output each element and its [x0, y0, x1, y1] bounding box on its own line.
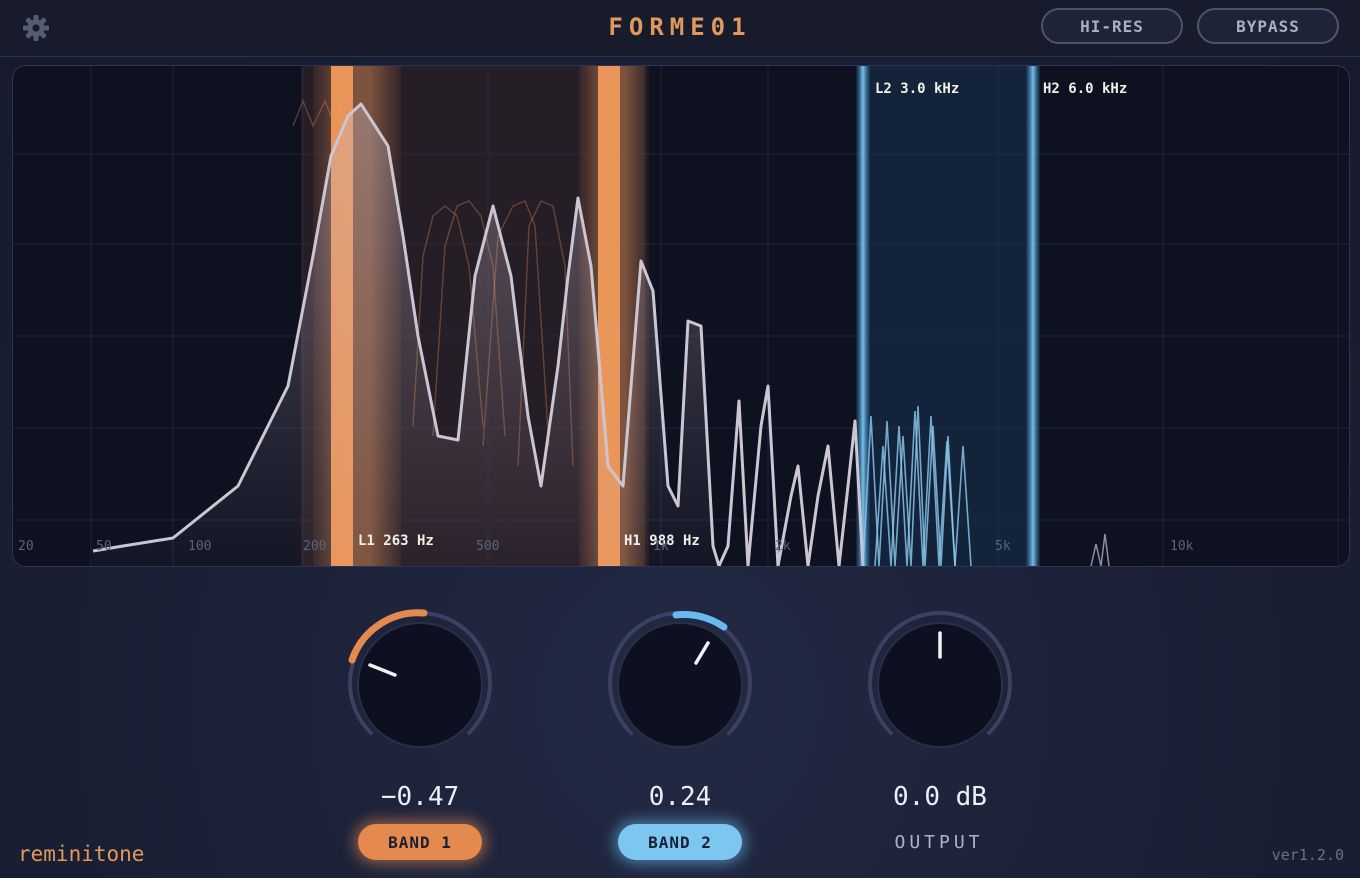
version-label: ver1.2.0: [1271, 846, 1344, 864]
band2-low-label: L2 3.0 kHz: [875, 81, 960, 97]
freq-tick-50: 50: [96, 539, 112, 554]
band2-high-marker: [1026, 66, 1040, 566]
output-label: OUTPUT: [894, 832, 984, 853]
output-knob[interactable]: [860, 605, 1020, 765]
band1-button[interactable]: BAND 1: [358, 824, 482, 860]
output-value: 0.0 dB: [893, 782, 987, 812]
freq-tick-10k: 10k: [1170, 539, 1194, 554]
header-bar: FORME01 HI-RES BYPASS: [0, 0, 1360, 57]
freq-tick-5k: 5k: [995, 539, 1011, 554]
brand-logo: reminitone: [18, 842, 145, 866]
band1-value: −0.47: [380, 782, 460, 812]
band2-knob[interactable]: [600, 605, 760, 765]
freq-tick-20: 20: [18, 539, 34, 554]
plugin-window: FORME01 HI-RES BYPASS L2 3.0 kHz H2 6.0 …: [0, 0, 1360, 878]
band1-low-label: L1 263 Hz: [358, 533, 434, 549]
band2-high-label: H2 6.0 kHz: [1043, 81, 1128, 97]
spectrum-graph: [13, 66, 1349, 566]
band2-value: 0.24: [648, 782, 712, 812]
freq-tick-500: 500: [476, 539, 500, 554]
freq-tick-200: 200: [303, 539, 327, 554]
freq-tick-2k: 2k: [775, 539, 791, 554]
freq-tick-100: 100: [188, 539, 212, 554]
band1-knob[interactable]: [340, 605, 500, 765]
band2-button[interactable]: BAND 2: [618, 824, 742, 860]
spectrum-analyzer[interactable]: L2 3.0 kHz H2 6.0 kHz L1 263 Hz H1 988 H…: [12, 65, 1350, 567]
bypass-button[interactable]: BYPASS: [1197, 8, 1339, 44]
hi-res-button[interactable]: HI-RES: [1041, 8, 1183, 44]
freq-tick-1k: 1k: [653, 539, 669, 554]
